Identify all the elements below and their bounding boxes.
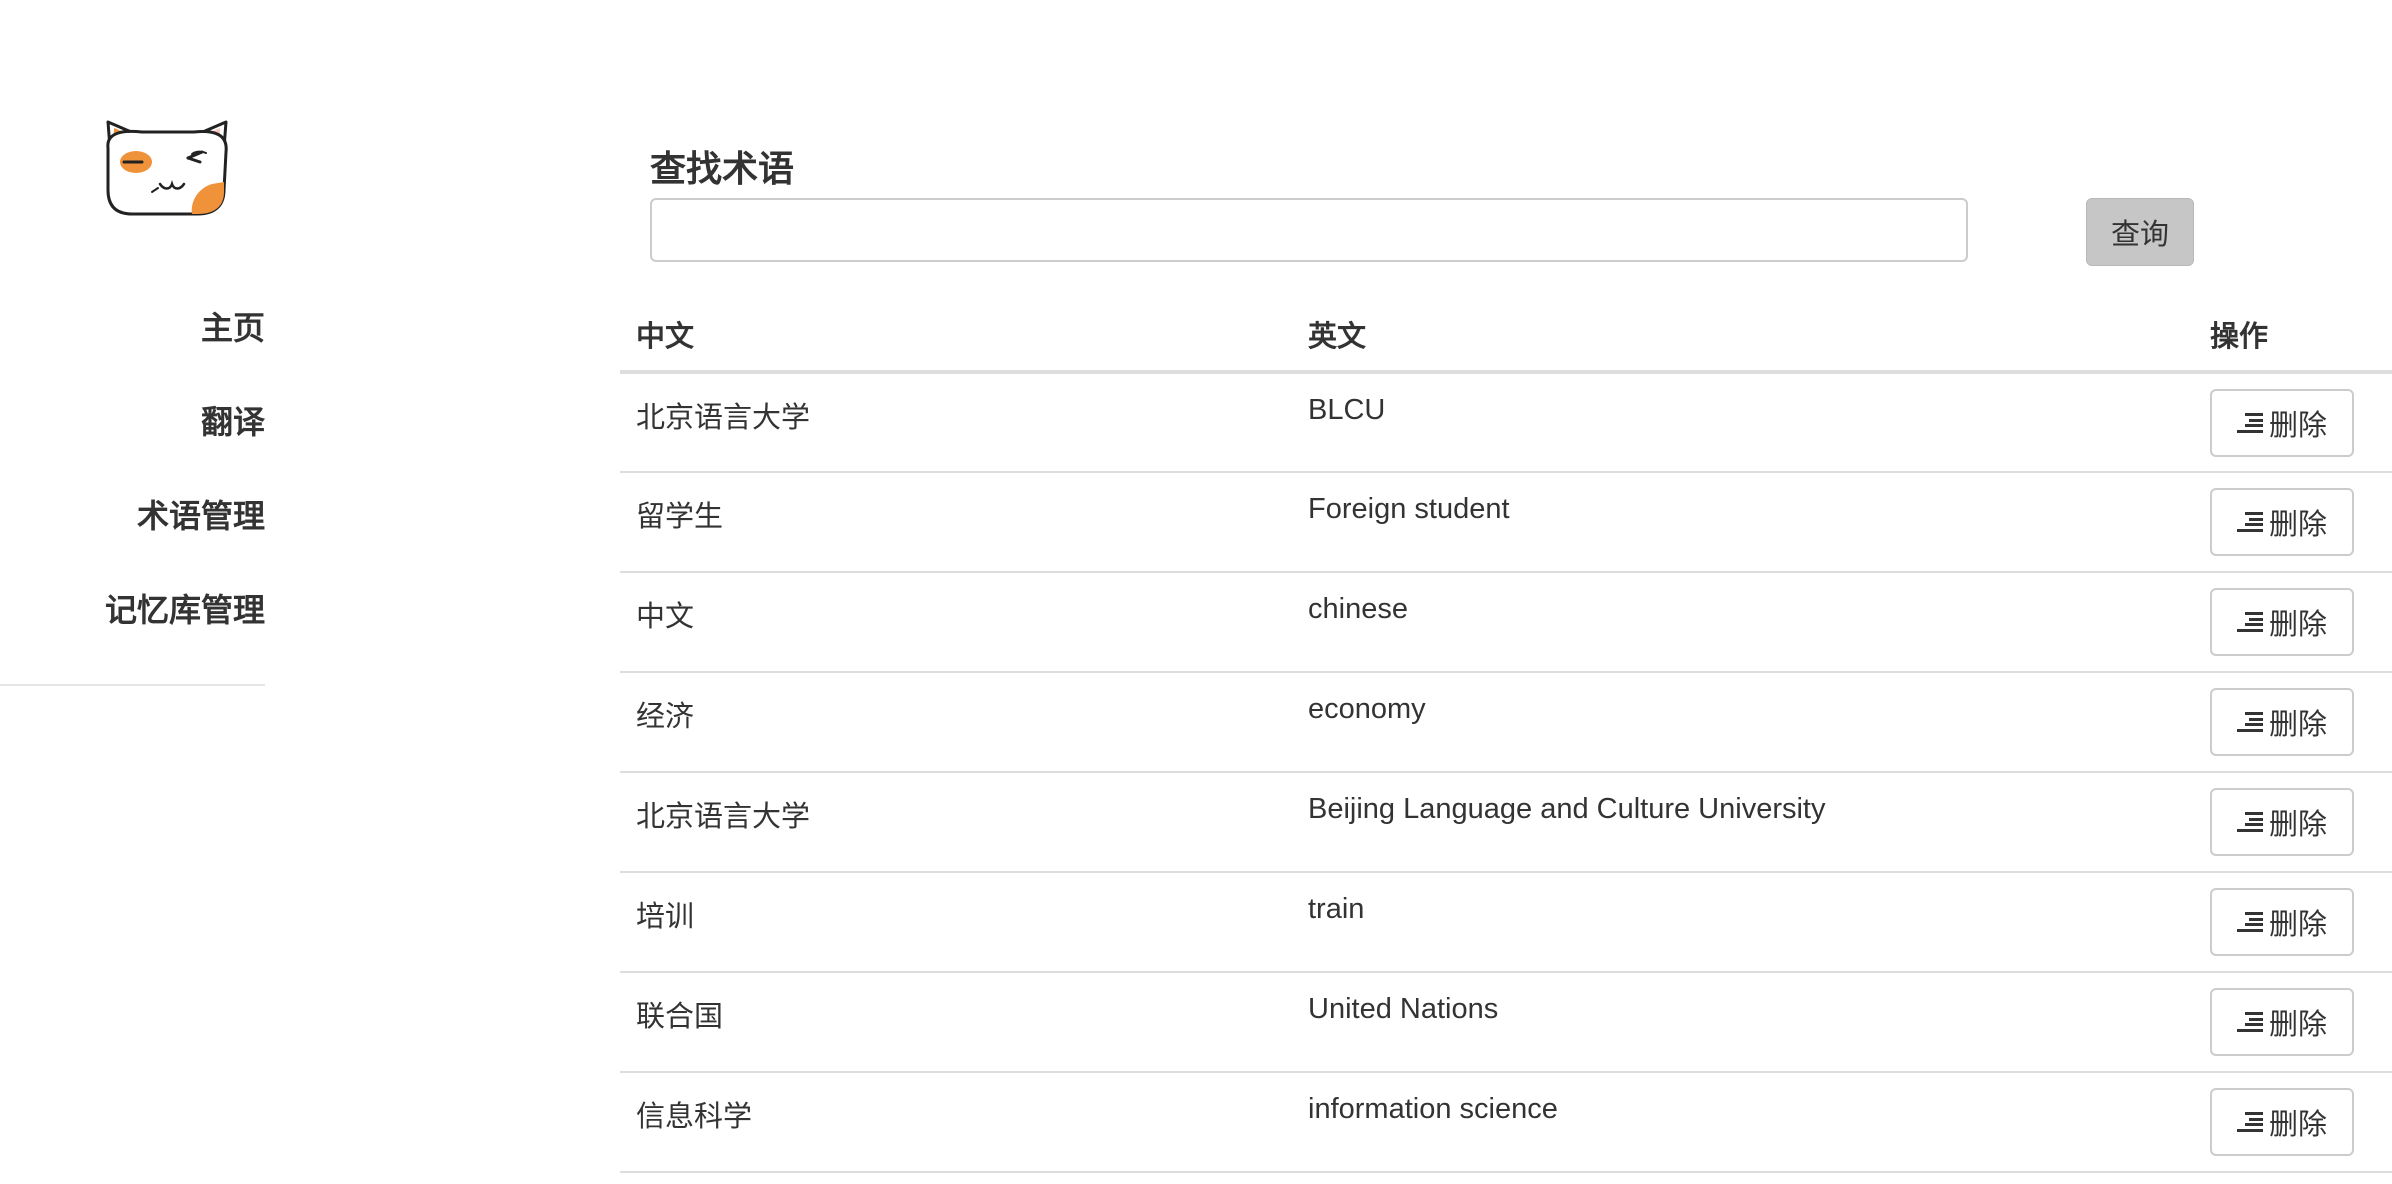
cell-english: BLCU [1292, 372, 2194, 473]
cell-chinese: 中文 [620, 572, 1292, 673]
delete-button[interactable]: 删除 [2210, 888, 2354, 956]
nav-item-translate[interactable]: 翻译 [0, 390, 265, 484]
delete-button[interactable]: 删除 [2210, 388, 2354, 457]
cell-operation: 删除 [2194, 572, 2392, 673]
align-right-lines-icon [2236, 612, 2263, 632]
header-operation: 操作 [2194, 298, 2392, 374]
table-row: 信息科学 information science 删除 [620, 1072, 2392, 1173]
header-chinese: 中文 [620, 298, 1292, 374]
cell-operation: 删除 [2194, 472, 2392, 573]
align-right-lines-icon [2236, 1112, 2263, 1132]
delete-label: 删除 [2268, 709, 2327, 741]
delete-label: 删除 [2268, 509, 2327, 541]
align-right-lines-icon [2236, 1012, 2263, 1032]
table-row: 北京语言大学 BLCU 删除 [620, 372, 2392, 473]
cell-operation: 删除 [2194, 972, 2392, 1073]
cell-chinese: 培训 [620, 872, 1292, 973]
cell-operation: 删除 [2194, 372, 2392, 473]
table-header-row: 中文 英文 操作 [620, 298, 2392, 374]
cell-operation: 删除 [2194, 772, 2392, 873]
cell-operation: 删除 [2194, 872, 2392, 973]
cell-english: Beijing Language and Culture University [1292, 772, 2194, 873]
delete-label: 删除 [2268, 1109, 2327, 1141]
term-search-input[interactable] [650, 198, 1968, 262]
header-english: 英文 [1292, 298, 2194, 374]
cell-chinese: 经济 [620, 672, 1292, 773]
search-title: 查找术语 [650, 148, 795, 189]
table-row: 留学生 Foreign student 删除 [620, 472, 2392, 573]
nav-item-memory-management[interactable]: 记忆库管理 [0, 578, 265, 672]
nav-item-term-management[interactable]: 术语管理 [0, 484, 265, 578]
cell-english: United Nations [1292, 972, 2194, 1073]
cat-logo [106, 120, 228, 216]
terms-table-body: 北京语言大学 BLCU 删除 留学生 Foreign student 删除 中文… [620, 372, 2392, 1173]
table-row: 培训 train 删除 [620, 872, 2392, 973]
table-row: 中文 chinese 删除 [620, 572, 2392, 673]
cell-english: train [1292, 872, 2194, 973]
cell-chinese: 联合国 [620, 972, 1292, 1073]
terms-table: 中文 英文 操作 北京语言大学 BLCU 删除 留学生 Foreign stud… [620, 298, 2392, 1173]
cell-english: information science [1292, 1072, 2194, 1173]
table-row: 经济 economy 删除 [620, 672, 2392, 773]
align-right-lines-icon [2236, 712, 2263, 732]
cell-chinese: 信息科学 [620, 1072, 1292, 1173]
align-right-lines-icon [2236, 512, 2263, 532]
table-row: 北京语言大学 Beijing Language and Culture Univ… [620, 772, 2392, 873]
align-right-lines-icon [2236, 412, 2263, 433]
delete-button[interactable]: 删除 [2210, 488, 2354, 556]
delete-button[interactable]: 删除 [2210, 588, 2354, 656]
delete-button[interactable]: 删除 [2210, 1088, 2354, 1156]
search-button[interactable]: 查询 [2086, 198, 2194, 266]
delete-button[interactable]: 删除 [2210, 788, 2354, 856]
delete-button[interactable]: 删除 [2210, 988, 2354, 1056]
align-right-lines-icon [2236, 912, 2263, 932]
cell-operation: 删除 [2194, 1072, 2392, 1173]
delete-label: 删除 [2268, 909, 2327, 941]
align-right-lines-icon [2236, 812, 2263, 832]
cell-operation: 删除 [2194, 672, 2392, 773]
cell-english: Foreign student [1292, 472, 2194, 573]
delete-label: 删除 [2268, 409, 2327, 442]
cell-english: economy [1292, 672, 2194, 773]
sidebar: 主页 翻译 术语管理 记忆库管理 [0, 0, 265, 686]
cell-chinese: 留学生 [620, 472, 1292, 573]
delete-button[interactable]: 删除 [2210, 688, 2354, 756]
delete-label: 删除 [2268, 1009, 2327, 1041]
nav-item-home[interactable]: 主页 [0, 296, 265, 390]
table-row: 联合国 United Nations 删除 [620, 972, 2392, 1073]
cell-chinese: 北京语言大学 [620, 772, 1292, 873]
delete-label: 删除 [2268, 609, 2327, 641]
cell-chinese: 北京语言大学 [620, 372, 1292, 473]
sidebar-nav: 主页 翻译 术语管理 记忆库管理 [0, 296, 265, 672]
cell-english: chinese [1292, 572, 2194, 673]
delete-label: 删除 [2268, 809, 2327, 841]
